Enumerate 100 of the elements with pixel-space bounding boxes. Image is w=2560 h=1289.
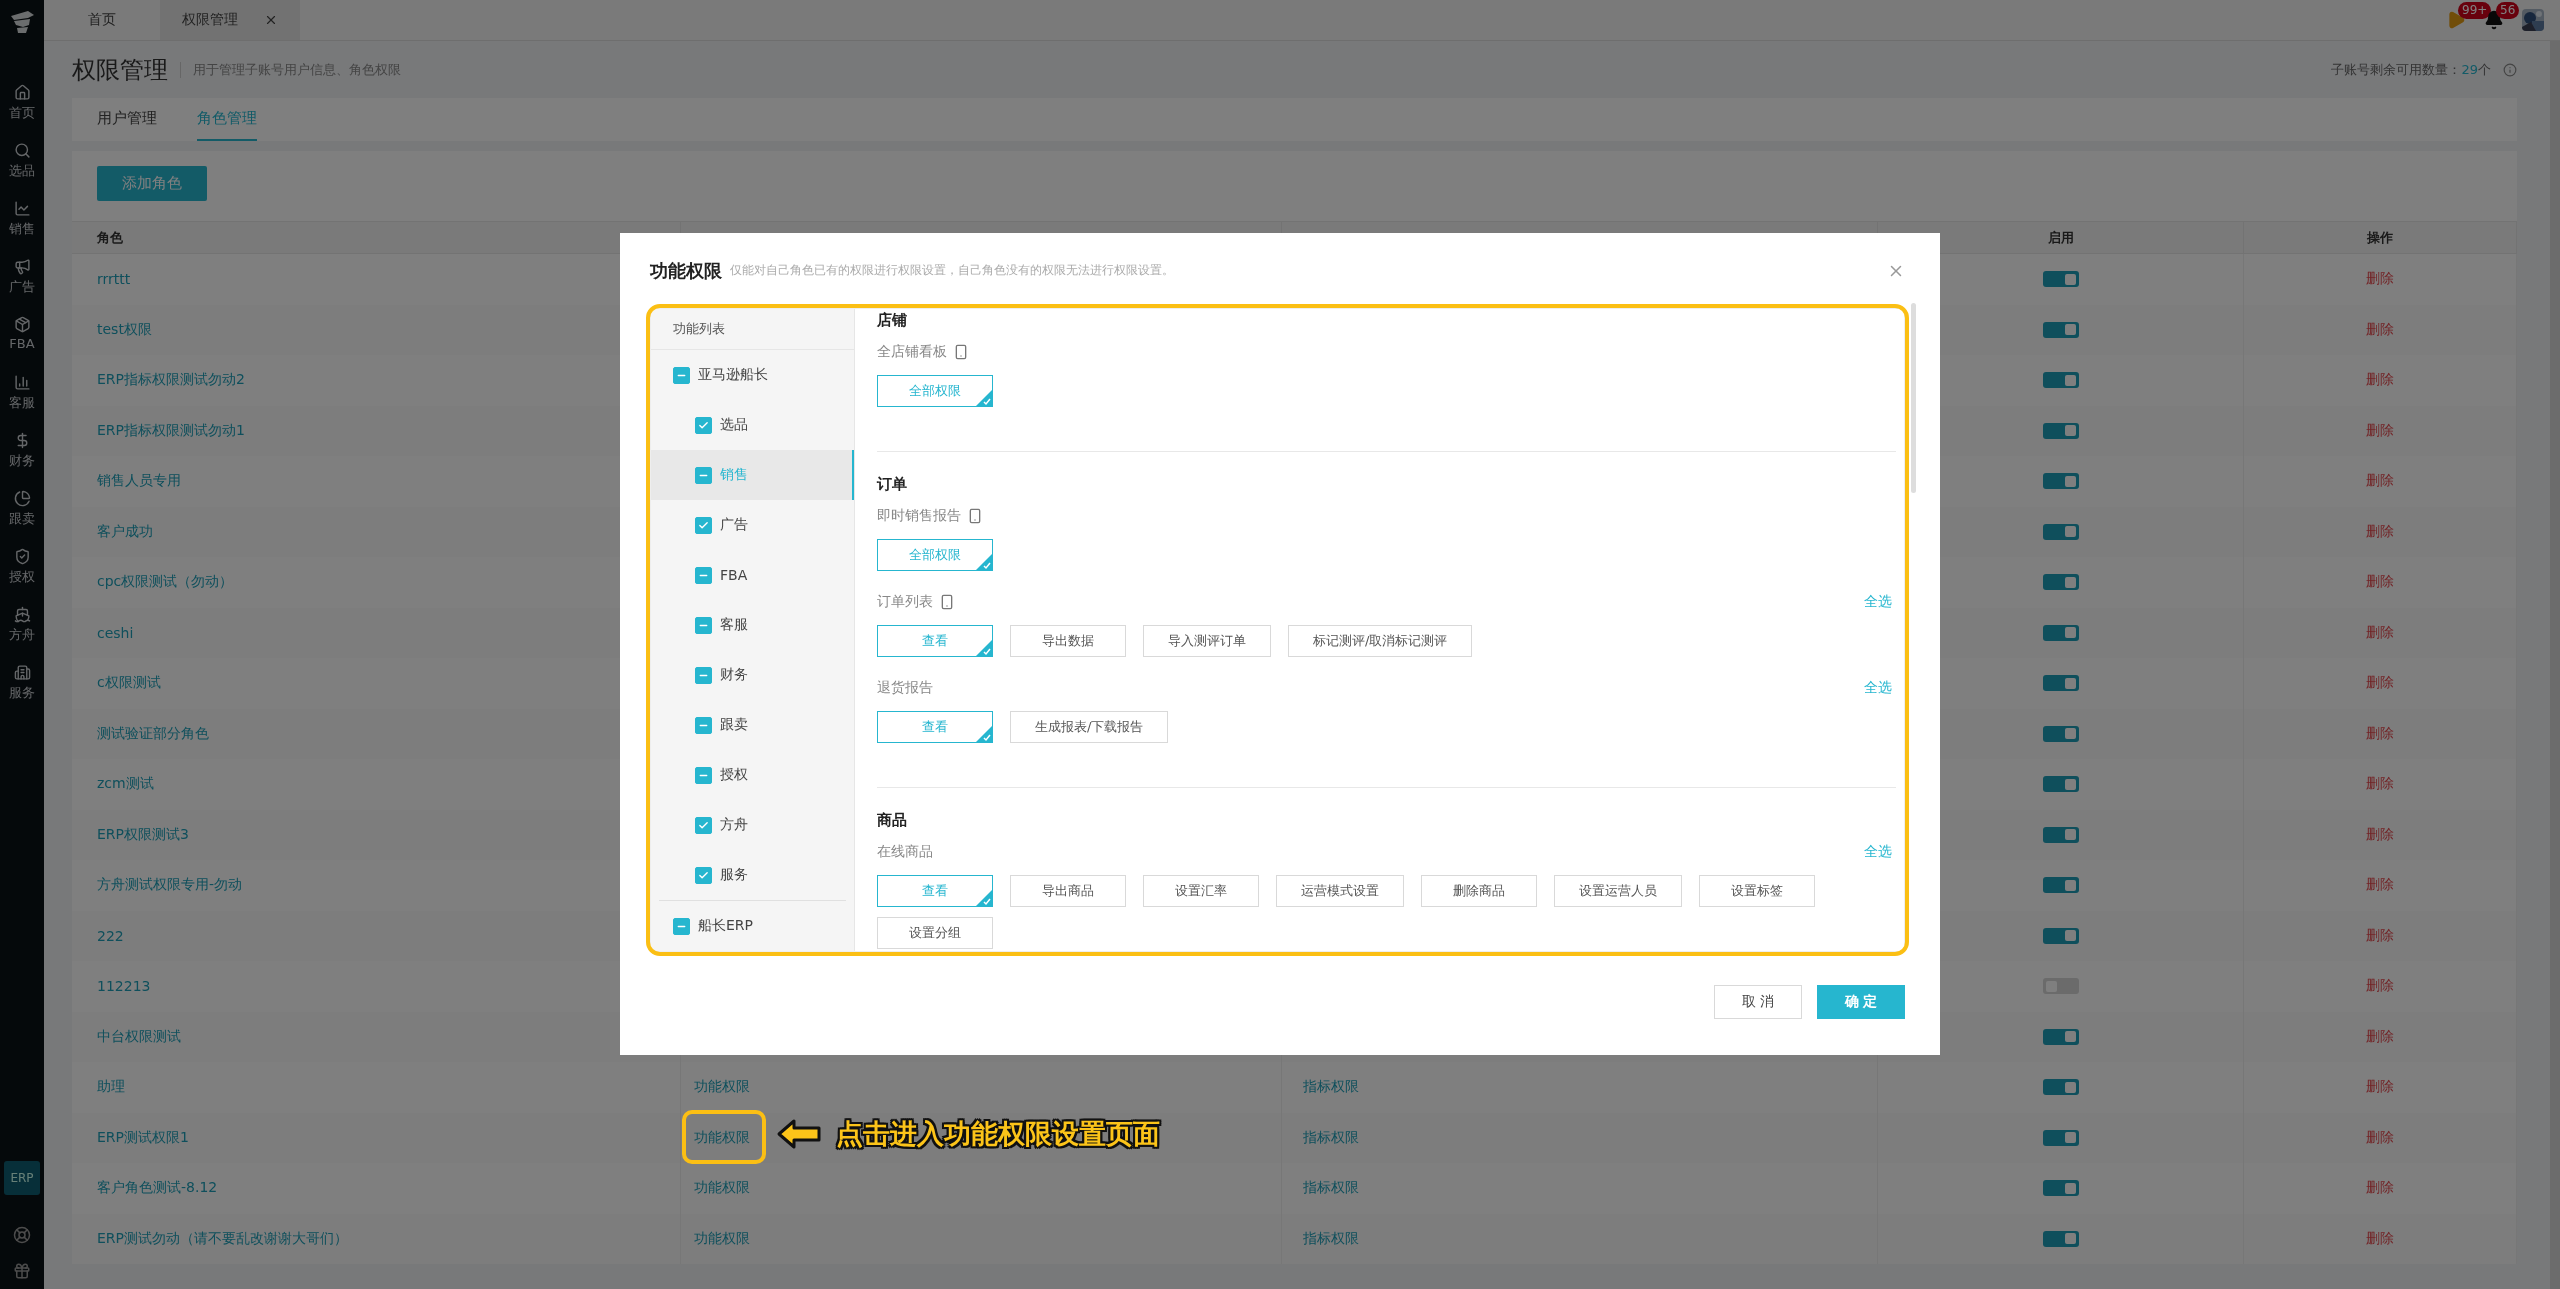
nav-item[interactable]: 跟卖 [0,490,44,548]
delete-link[interactable]: 删除 [2366,1179,2394,1198]
tab[interactable]: 角色管理 [197,98,257,141]
role-link[interactable]: c权限测试 [97,674,161,693]
nav-item[interactable]: FBA [0,316,44,374]
nav-item[interactable]: 销售 [0,200,44,258]
confirm-button[interactable]: 确 定 [1817,985,1905,1019]
tree-item[interactable]: 船长ERP [651,901,854,951]
nav-item[interactable]: 服务 [0,664,44,722]
erp-badge[interactable]: ERP [4,1161,40,1195]
metric-link[interactable]: 指标权限 [1303,1229,1359,1248]
permission-link[interactable]: 功能权限 [694,1179,750,1198]
tree-item[interactable]: 方舟 [651,800,854,850]
permission-button[interactable]: 设置运营人员 [1554,875,1682,907]
toggle-switch[interactable] [2042,523,2079,540]
toggle-switch[interactable] [2042,321,2079,338]
toggle-switch[interactable] [2042,422,2079,439]
delete-link[interactable]: 删除 [2366,1128,2394,1147]
toggle-switch[interactable] [2042,877,2079,894]
toggle-switch[interactable] [2042,725,2079,742]
gift-icon[interactable] [13,1262,31,1280]
lifebuoy-icon[interactable] [13,1226,31,1244]
permission-button[interactable]: 导出商品 [1010,875,1126,907]
permission-button[interactable]: 查看 [877,711,993,743]
cancel-button[interactable]: 取 消 [1714,985,1802,1019]
toggle-switch[interactable] [2042,776,2079,793]
tree-item[interactable]: 选品 [651,400,854,450]
role-link[interactable]: 客户成功 [97,522,153,541]
role-link[interactable]: rrrttt [97,271,131,288]
toggle-switch[interactable] [2042,271,2079,288]
close-icon[interactable] [264,13,278,27]
delete-link[interactable]: 删除 [2366,421,2394,440]
metric-link[interactable]: 指标权限 [1303,1179,1359,1198]
nav-item[interactable]: 授权 [0,548,44,606]
info-icon[interactable] [2503,62,2517,77]
delete-link[interactable]: 删除 [2366,371,2394,390]
toggle-switch[interactable] [2042,1230,2079,1247]
role-link[interactable]: 112213 [97,978,151,995]
nav-item[interactable]: 首页 [0,84,44,142]
delete-link[interactable]: 删除 [2366,522,2394,541]
delete-link[interactable]: 删除 [2366,270,2394,289]
permission-button[interactable]: 生成报表/下载报告 [1010,711,1169,743]
delete-link[interactable]: 删除 [2366,674,2394,693]
role-link[interactable]: ERP指标权限测试勿动2 [97,371,245,390]
role-link[interactable]: ERP权限测试3 [97,825,189,844]
tree-item[interactable]: 财务 [651,650,854,700]
toggle-switch[interactable] [2042,826,2079,843]
permission-button[interactable]: 全部权限 [877,375,993,407]
tree-item[interactable]: 广告 [651,500,854,550]
nav-item[interactable]: 广告 [0,258,44,316]
delete-link[interactable]: 删除 [2366,1229,2394,1248]
toggle-switch[interactable] [2042,473,2079,490]
delete-link[interactable]: 删除 [2366,876,2394,895]
delete-link[interactable]: 删除 [2366,775,2394,794]
role-link[interactable]: 销售人员专用 [97,472,181,491]
page-tab[interactable]: 权限管理 [160,0,300,40]
checkbox[interactable] [695,516,712,534]
delete-link[interactable]: 删除 [2366,1027,2394,1046]
nav-item[interactable]: 财务 [0,432,44,490]
role-link[interactable]: ERP测试勿动（请不要乱改谢谢大哥们） [97,1229,348,1248]
checkbox[interactable] [695,416,712,434]
scrollbar[interactable] [1911,303,1916,493]
toggle-switch[interactable] [2042,675,2079,692]
permission-button[interactable]: 设置分组 [877,917,993,949]
role-link[interactable]: ERP测试权限1 [97,1128,189,1147]
role-link[interactable]: 助理 [97,1078,125,1097]
delete-link[interactable]: 删除 [2366,926,2394,945]
permission-button[interactable]: 标记测评/取消标记测评 [1288,625,1473,657]
permission-button[interactable]: 设置标签 [1699,875,1815,907]
role-link[interactable]: ERP指标权限测试勿动1 [97,421,245,440]
tree-item[interactable]: 客服 [651,600,854,650]
role-link[interactable]: 中台权限测试 [97,1027,181,1046]
tab[interactable]: 用户管理 [97,98,157,141]
checkbox[interactable] [695,816,712,834]
role-link[interactable]: zcm测试 [97,775,154,794]
metric-link[interactable]: 指标权限 [1303,1078,1359,1097]
toggle-switch[interactable] [2042,927,2079,944]
toggle-switch[interactable] [2042,1079,2079,1096]
select-all-link[interactable]: 全选 [1864,593,1892,611]
delete-link[interactable]: 删除 [2366,977,2394,996]
toggle-switch[interactable] [2042,372,2079,389]
tree-item[interactable]: 亚马逊船长 [651,350,854,400]
role-link[interactable]: 方舟测试权限专用-勿动 [97,876,243,895]
toggle-switch[interactable] [2042,1028,2079,1045]
checkbox[interactable] [695,866,712,884]
delete-link[interactable]: 删除 [2366,825,2394,844]
add-role-button[interactable]: 添加角色 [97,166,207,201]
role-link[interactable]: cpc权限测试（勿动） [97,573,234,592]
permission-button[interactable]: 查看 [877,625,993,657]
role-link[interactable]: 测试验证部分角色 [97,724,209,743]
permission-button[interactable]: 查看 [877,875,993,907]
nav-item[interactable]: 方舟 [0,606,44,664]
toggle-switch[interactable] [2042,1180,2079,1197]
metric-link[interactable]: 指标权限 [1303,1128,1359,1147]
permission-link[interactable]: 功能权限 [694,1128,750,1147]
tree-item[interactable]: 服务 [651,850,854,900]
select-all-link[interactable]: 全选 [1864,679,1892,697]
delete-link[interactable]: 删除 [2366,320,2394,339]
delete-link[interactable]: 删除 [2366,1078,2394,1097]
role-link[interactable]: 客户角色测试-8.12 [97,1179,218,1198]
